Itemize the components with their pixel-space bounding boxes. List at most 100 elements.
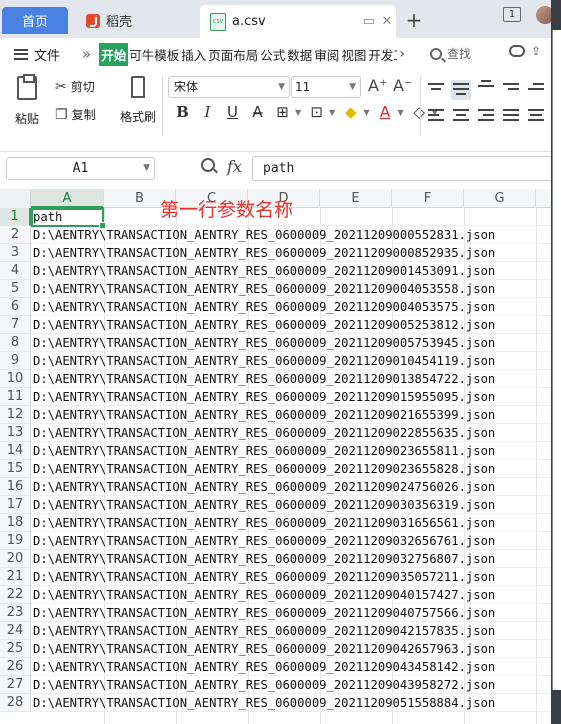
ribbon-tab-5[interactable]: 数据 (286, 45, 313, 64)
justify-icon[interactable] (501, 106, 521, 126)
row-header-4[interactable]: 4 (0, 262, 31, 280)
row-header-3[interactable]: 3 (0, 244, 31, 262)
cell-a23[interactable]: D:\AENTRY\TRANSACTION_AENTRY_RES_0600009… (31, 604, 551, 622)
row-header-20[interactable]: 20 (0, 550, 31, 568)
formula-input[interactable]: path (252, 156, 552, 181)
paste-button[interactable]: 粘贴 (10, 74, 44, 127)
copy-button[interactable]: ❐ 复制 (55, 106, 96, 123)
ribbon-tab-4[interactable]: 公式 (259, 45, 286, 64)
ribbon-tab-7[interactable]: 视图 (340, 45, 367, 64)
cell-a24[interactable]: D:\AENTRY\TRANSACTION_AENTRY_RES_0600009… (31, 622, 551, 640)
new-tab-button[interactable]: + (403, 8, 425, 32)
search-box[interactable]: 查找 (430, 45, 471, 62)
font-color-icon[interactable]: A (372, 103, 397, 121)
function-icon[interactable]: fx (227, 157, 242, 176)
cell-a8[interactable]: D:\AENTRY\TRANSACTION_AENTRY_RES_0600009… (31, 334, 551, 352)
decrease-indent-icon[interactable] (501, 80, 521, 100)
row-header-24[interactable]: 24 (0, 622, 31, 640)
underline-icon[interactable]: U (220, 103, 245, 121)
cell-a26[interactable]: D:\AENTRY\TRANSACTION_AENTRY_RES_0600009… (31, 658, 551, 676)
row-header-17[interactable]: 17 (0, 496, 31, 514)
cut-button[interactable]: ✂ 剪切 (55, 78, 95, 95)
merge-icon[interactable]: ⊡ (304, 103, 329, 121)
row-header-5[interactable]: 5 (0, 280, 31, 298)
tab-file-a-csv[interactable]: CSV a.csv ▭ ✕ (200, 5, 396, 38)
row-header-27[interactable]: 27 (0, 676, 31, 694)
scroll-left-chevron-icon[interactable]: » (82, 45, 91, 63)
scroll-right-chevron-icon[interactable]: › (399, 46, 405, 62)
ribbon-tab-1[interactable]: 可牛模板 (128, 45, 180, 64)
cell-a7[interactable]: D:\AENTRY\TRANSACTION_AENTRY_RES_0600009… (31, 316, 551, 334)
row-header-6[interactable]: 6 (0, 298, 31, 316)
cell-a13[interactable]: D:\AENTRY\TRANSACTION_AENTRY_RES_0600009… (31, 424, 551, 442)
ribbon-tab-6[interactable]: 审阅 (313, 45, 340, 64)
cell-a19[interactable]: D:\AENTRY\TRANSACTION_AENTRY_RES_0600009… (31, 532, 551, 550)
tab-home[interactable]: 首页 (2, 7, 68, 34)
cell-a28[interactable]: D:\AENTRY\TRANSACTION_AENTRY_RES_0600009… (31, 694, 551, 712)
file-menu[interactable]: 文件 (34, 45, 60, 64)
distributed-align-icon[interactable] (526, 106, 546, 126)
font-size-select[interactable]: 11 ▼ (291, 76, 361, 98)
row-header-15[interactable]: 15 (0, 460, 31, 478)
row-header-7[interactable]: 7 (0, 316, 31, 334)
align-middle-icon[interactable] (451, 80, 471, 100)
row-header-28[interactable]: 28 (0, 694, 31, 712)
cell-a14[interactable]: D:\AENTRY\TRANSACTION_AENTRY_RES_0600009… (31, 442, 551, 460)
column-header-f[interactable]: F (392, 189, 464, 208)
close-tab-icon[interactable]: ✕ (378, 14, 396, 29)
align-right-icon[interactable] (476, 106, 496, 126)
row-header-8[interactable]: 8 (0, 334, 31, 352)
strikethrough-icon[interactable]: A̶ (245, 103, 270, 121)
share-icon[interactable]: ⇪ (531, 44, 541, 58)
zoom-icon[interactable] (201, 158, 215, 172)
row-header-12[interactable]: 12 (0, 406, 31, 424)
row-header-13[interactable]: 13 (0, 424, 31, 442)
select-all-corner[interactable] (0, 189, 31, 208)
cell-a10[interactable]: D:\AENTRY\TRANSACTION_AENTRY_RES_0600009… (31, 370, 551, 388)
row-header-23[interactable]: 23 (0, 604, 31, 622)
increase-indent-icon[interactable] (526, 80, 546, 100)
column-header-g[interactable]: G (464, 189, 536, 208)
align-top-icon[interactable] (426, 80, 446, 100)
chevron-down-icon[interactable]: ▼ (363, 108, 369, 117)
chevron-down-icon[interactable]: ▼ (329, 108, 335, 117)
fill-color-icon[interactable]: ◆ (338, 103, 363, 121)
cell-a18[interactable]: D:\AENTRY\TRANSACTION_AENTRY_RES_0600009… (31, 514, 551, 532)
font-name-select[interactable]: 宋体 ▼ (168, 76, 290, 98)
cell-a4[interactable]: D:\AENTRY\TRANSACTION_AENTRY_RES_0600009… (31, 262, 551, 280)
column-header-e[interactable]: E (320, 189, 392, 208)
cell-a2[interactable]: D:\AENTRY\TRANSACTION_AENTRY_RES_0600009… (31, 226, 551, 244)
align-left-icon[interactable] (426, 106, 446, 126)
cell-a27[interactable]: D:\AENTRY\TRANSACTION_AENTRY_RES_0600009… (31, 676, 551, 694)
row-header-14[interactable]: 14 (0, 442, 31, 460)
window-restore-icon[interactable]: ▭ (360, 14, 378, 29)
cell-a20[interactable]: D:\AENTRY\TRANSACTION_AENTRY_RES_0600009… (31, 550, 551, 568)
tab-daoke[interactable]: 稻壳 (78, 7, 196, 34)
cell-a16[interactable]: D:\AENTRY\TRANSACTION_AENTRY_RES_0600009… (31, 478, 551, 496)
format-painter-button[interactable]: 格式刷 (118, 76, 158, 125)
row-header-22[interactable]: 22 (0, 586, 31, 604)
cell-a6[interactable]: D:\AENTRY\TRANSACTION_AENTRY_RES_0600009… (31, 298, 551, 316)
increase-font-button[interactable]: A⁺ (368, 76, 387, 95)
ribbon-tab-0[interactable]: 开始 (99, 42, 129, 66)
row-header-16[interactable]: 16 (0, 478, 31, 496)
chevron-down-icon[interactable]: ▼ (295, 108, 301, 117)
chevron-down-icon[interactable]: ▼ (397, 108, 403, 117)
cell-a3[interactable]: D:\AENTRY\TRANSACTION_AENTRY_RES_0600009… (31, 244, 551, 262)
row-header-26[interactable]: 26 (0, 658, 31, 676)
ribbon-tab-3[interactable]: 页面布局 (207, 45, 259, 64)
cell-a12[interactable]: D:\AENTRY\TRANSACTION_AENTRY_RES_0600009… (31, 406, 551, 424)
align-center-icon[interactable] (451, 106, 471, 126)
row-header-9[interactable]: 9 (0, 352, 31, 370)
bold-icon[interactable]: B (170, 103, 195, 121)
row-header-11[interactable]: 11 (0, 388, 31, 406)
cell-a21[interactable]: D:\AENTRY\TRANSACTION_AENTRY_RES_0600009… (31, 568, 551, 586)
row-header-1[interactable]: 1 (0, 208, 31, 226)
window-count-badge[interactable]: 1 (503, 7, 521, 22)
hamburger-menu-icon[interactable] (14, 48, 28, 60)
row-header-18[interactable]: 18 (0, 514, 31, 532)
cloud-sync-icon[interactable] (509, 45, 525, 57)
cell-a11[interactable]: D:\AENTRY\TRANSACTION_AENTRY_RES_0600009… (31, 388, 551, 406)
decrease-font-button[interactable]: A⁻ (393, 76, 412, 95)
cell-a9[interactable]: D:\AENTRY\TRANSACTION_AENTRY_RES_0600009… (31, 352, 551, 370)
